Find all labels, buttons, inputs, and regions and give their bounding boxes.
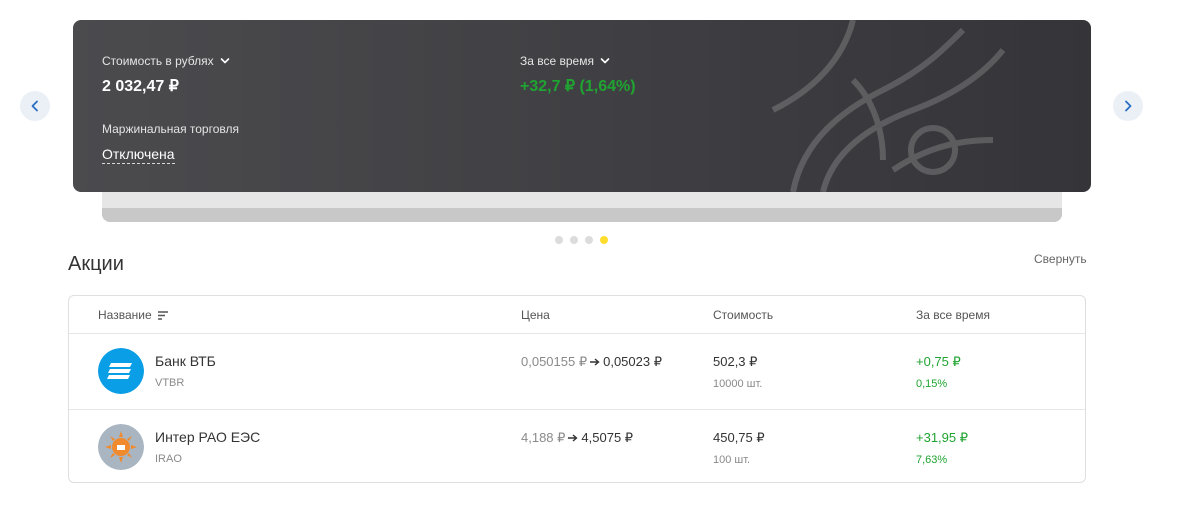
card-decoration xyxy=(771,20,1006,192)
change-absolute: +31,95 ₽ xyxy=(916,430,969,445)
stock-name: Банк ВТБ xyxy=(155,353,216,369)
period-change: +32,7 ₽ (1,64%) xyxy=(520,78,636,95)
stock-ticker: VTBR xyxy=(155,377,185,389)
holdings-table: Название Цена Стоимость За все время Бан… xyxy=(68,295,1086,483)
irao-logo xyxy=(98,424,144,470)
column-header-name-label: Название xyxy=(98,308,152,322)
price-average: 0,050155 ₽ xyxy=(521,354,588,369)
portfolio-summary-card: Стоимость в рублях 2 032,47 ₽ За все вре… xyxy=(73,20,1091,192)
period-selector[interactable]: За все время xyxy=(520,54,610,68)
position-quantity: 100 шт. xyxy=(713,454,751,466)
period-label: За все время xyxy=(520,54,594,68)
carousel-prev-button[interactable] xyxy=(20,91,50,121)
price-average: 4,188 ₽ xyxy=(521,430,566,445)
carousel-dot[interactable] xyxy=(570,236,578,244)
carousel-dot-active[interactable] xyxy=(600,236,608,244)
column-header-name[interactable]: Название xyxy=(98,308,168,322)
change-absolute: +0,75 ₽ xyxy=(916,354,961,369)
arrow-right-icon xyxy=(568,434,578,442)
carousel-dot[interactable] xyxy=(585,236,593,244)
price-current: 0,05023 ₽ xyxy=(603,354,662,369)
change-percent: 7,63% xyxy=(916,454,948,466)
carousel-dot[interactable] xyxy=(555,236,563,244)
column-header-change[interactable]: За все время xyxy=(916,308,990,322)
vtb-logo xyxy=(98,348,144,394)
section-title: Акции xyxy=(68,253,124,275)
margin-label: Маржинальная торговля xyxy=(102,122,239,136)
sort-icon xyxy=(157,310,168,320)
column-header-price[interactable]: Цена xyxy=(521,308,550,322)
stock-price: 0,050155 ₽ 0,05023 ₽ xyxy=(521,354,662,370)
table-row[interactable]: Банк ВТБ VTBR 0,050155 ₽ 0,05023 ₽ 502,3… xyxy=(69,334,1085,409)
margin-status-link[interactable]: Отключена xyxy=(102,146,175,164)
table-header: Название Цена Стоимость За все время xyxy=(69,296,1085,334)
chevron-down-icon xyxy=(220,58,229,64)
price-current: 4,5075 ₽ xyxy=(581,430,634,445)
stock-ticker: IRAO xyxy=(155,453,182,465)
value-currency-selector[interactable]: Стоимость в рублях xyxy=(102,54,230,68)
change-percent: 0,15% xyxy=(916,378,948,390)
position-cost: 502,3 ₽ xyxy=(713,354,758,369)
portfolio-value: 2 032,47 ₽ xyxy=(102,78,179,95)
table-row[interactable]: Интер РАО ЕЭС IRAO 4,188 ₽ 4,5075 ₽ 450,… xyxy=(69,409,1085,482)
column-header-cost[interactable]: Стоимость xyxy=(713,308,773,322)
collapse-button[interactable]: Свернуть xyxy=(1034,252,1087,266)
chevron-left-icon xyxy=(31,100,38,112)
value-label: Стоимость в рублях xyxy=(102,54,214,68)
stock-price: 4,188 ₽ 4,5075 ₽ xyxy=(521,430,633,446)
carousel-next-button[interactable] xyxy=(1113,91,1143,121)
position-cost: 450,75 ₽ xyxy=(713,430,765,445)
stock-name: Интер РАО ЕЭС xyxy=(155,429,261,445)
position-quantity: 10000 шт. xyxy=(713,378,763,390)
carousel-dots xyxy=(555,236,608,244)
chevron-right-icon xyxy=(1125,100,1132,112)
arrow-right-icon xyxy=(590,358,600,366)
chevron-down-icon xyxy=(600,58,610,64)
